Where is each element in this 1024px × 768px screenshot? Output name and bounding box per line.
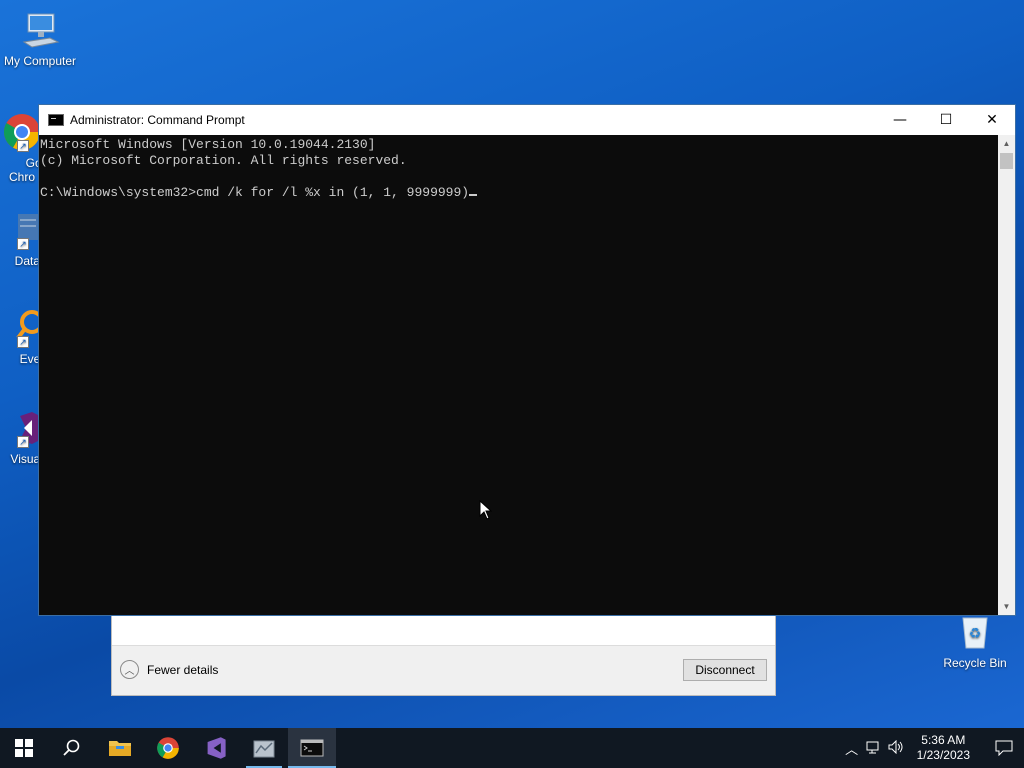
search-icon (63, 739, 80, 756)
maximize-button[interactable]: ☐ (923, 105, 969, 135)
console-prompt-line[interactable]: C:\Windows\system32>cmd /k for /l %x in … (40, 185, 997, 201)
vertical-scrollbar[interactable]: ▲ ▼ (998, 135, 1015, 615)
visual-studio-icon: ↗ (2, 408, 42, 448)
taskbar: ︿ 5:36 AM 1/23/2023 (0, 728, 1024, 768)
fewer-details-label: Fewer details (147, 662, 219, 677)
notification-center-button[interactable] (984, 728, 1024, 768)
taskbar-search-button[interactable] (48, 728, 96, 768)
dataw-icon: ↗ (2, 210, 42, 250)
everything-search-icon: ↗ (2, 308, 44, 348)
taskbar-dataw[interactable] (240, 728, 288, 768)
clock-time: 5:36 AM (921, 733, 966, 747)
recycle-bin-icon: ♻ (955, 612, 995, 652)
desktop-icon-my-computer[interactable]: My Computer (0, 10, 80, 68)
dataw-icon (253, 740, 275, 758)
network-icon[interactable] (863, 740, 885, 757)
mouse-pointer-icon (479, 499, 493, 525)
notification-icon (995, 740, 1013, 756)
scroll-down-icon[interactable]: ▼ (998, 598, 1015, 615)
console-line: Microsoft Windows [Version 10.0.19044.21… (40, 137, 376, 152)
minimize-button[interactable]: — (877, 105, 923, 135)
console-line: (c) Microsoft Corporation. All rights re… (40, 153, 407, 168)
chevron-up-icon: ︿ (120, 660, 139, 679)
scroll-thumb[interactable] (1000, 153, 1013, 169)
windows-logo-icon (15, 739, 33, 757)
taskbar-command-prompt[interactable] (288, 728, 336, 768)
title-bar[interactable]: Administrator: Command Prompt — ☐ ✕ (39, 105, 1015, 135)
desktop-icon-label: Recycle Bin (943, 656, 1007, 670)
fewer-details-toggle[interactable]: ︿ Fewer details (120, 660, 218, 679)
scroll-up-icon[interactable]: ▲ (998, 135, 1015, 152)
desktop-icon-label: My Computer (3, 54, 77, 68)
window-title: Administrator: Command Prompt (70, 113, 245, 127)
console-command: C:\Windows\system32>cmd /k for /l %x in … (40, 185, 470, 200)
remote-connection-dialog: ︿ Fewer details Disconnect (111, 610, 776, 696)
chrome-icon (157, 737, 179, 759)
clock[interactable]: 5:36 AM 1/23/2023 (917, 733, 970, 763)
chevron-up-icon[interactable]: ︿ (841, 739, 863, 758)
taskbar-file-explorer[interactable] (96, 728, 144, 768)
volume-icon[interactable] (885, 739, 907, 757)
start-button[interactable] (0, 728, 48, 768)
window-controls: — ☐ ✕ (877, 105, 1015, 135)
shortcut-arrow-icon: ↗ (17, 238, 29, 250)
text-cursor (469, 194, 478, 196)
file-explorer-icon (109, 741, 131, 756)
clock-date: 1/23/2023 (916, 748, 970, 762)
disconnect-button[interactable]: Disconnect (683, 659, 767, 681)
computer-icon (20, 10, 60, 50)
shortcut-arrow-icon: ↗ (17, 140, 29, 152)
taskbar-visual-studio[interactable] (192, 728, 240, 768)
chrome-icon: ↗ (2, 112, 42, 152)
taskbar-chrome[interactable] (144, 728, 192, 768)
desktop-icon-recycle-bin[interactable]: ♻ Recycle Bin (935, 612, 1015, 670)
dialog-footer: ︿ Fewer details Disconnect (112, 645, 775, 695)
console-output[interactable]: Microsoft Windows [Version 10.0.19044.21… (39, 135, 998, 615)
system-tray: ︿ 5:36 AM 1/23/2023 (841, 728, 1024, 768)
svg-text:♻: ♻ (969, 626, 982, 642)
cmd-icon (300, 739, 324, 757)
shortcut-arrow-icon: ↗ (17, 336, 29, 348)
shortcut-arrow-icon: ↗ (17, 436, 29, 448)
close-button[interactable]: ✕ (969, 105, 1015, 135)
cmd-icon (48, 114, 64, 126)
visual-studio-icon (207, 737, 226, 759)
command-prompt-window[interactable]: Administrator: Command Prompt — ☐ ✕ Micr… (38, 104, 1016, 616)
